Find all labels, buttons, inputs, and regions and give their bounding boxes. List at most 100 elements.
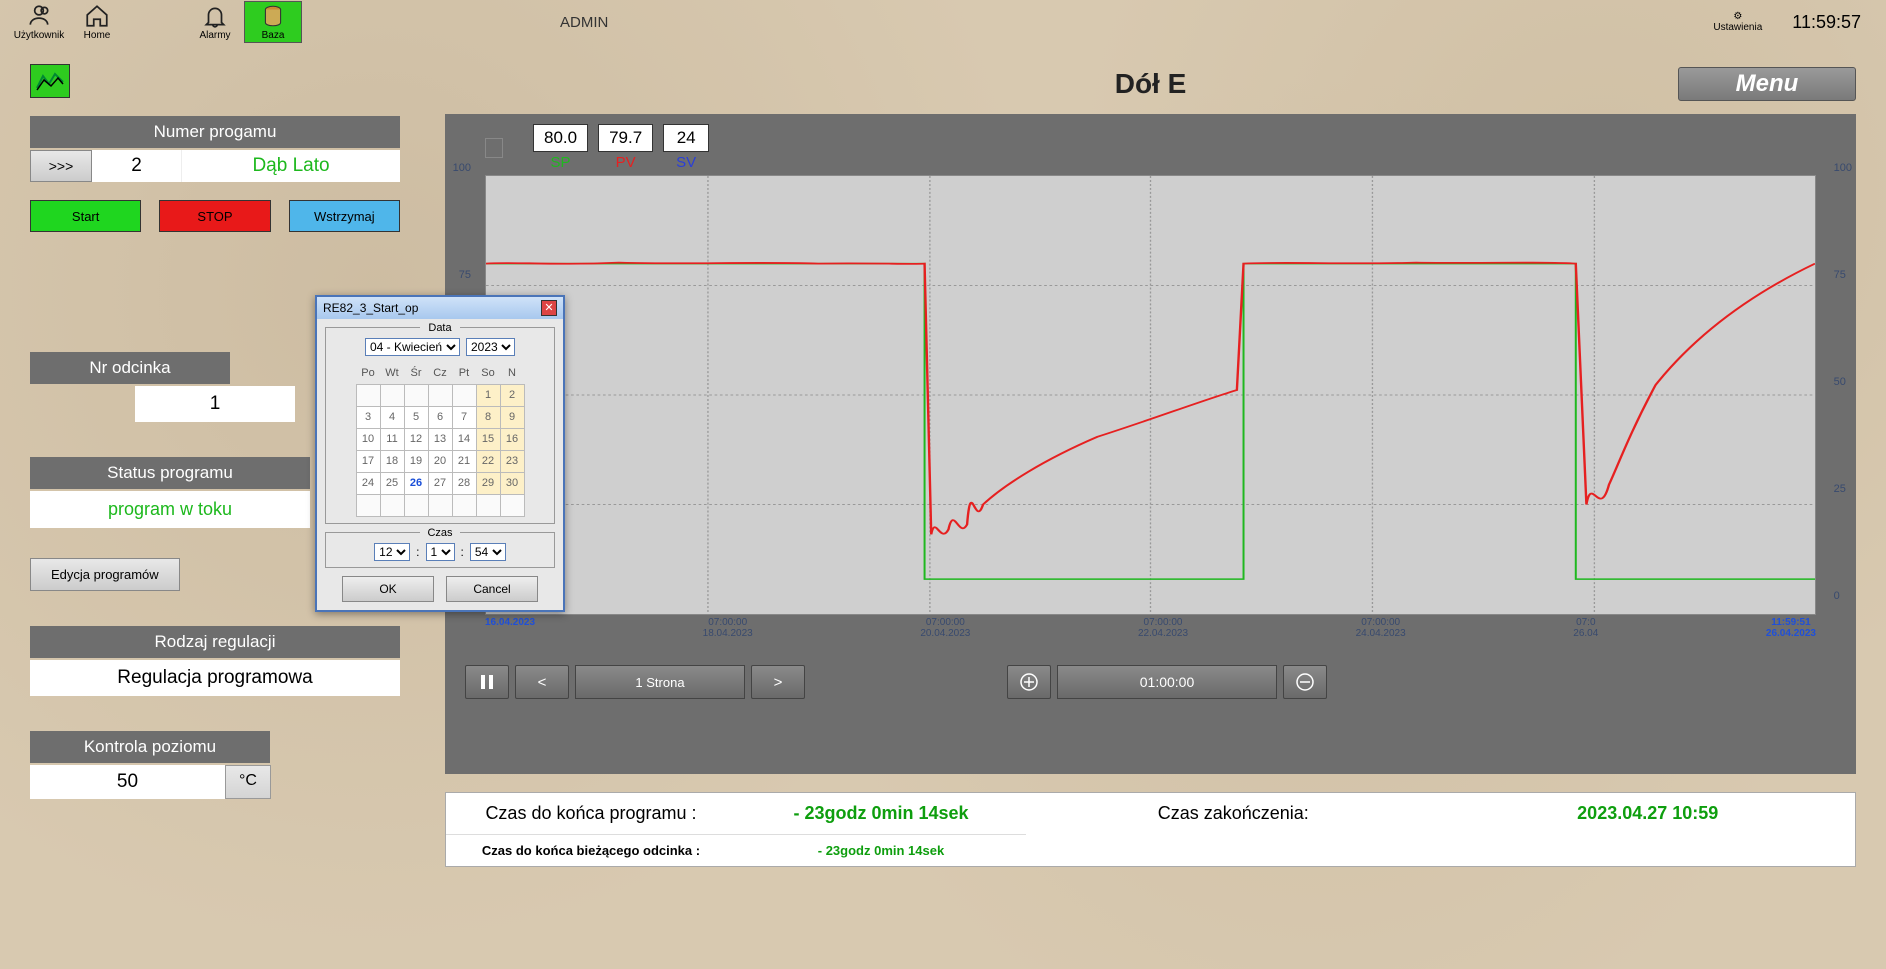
month-select[interactable]: 04 - Kwiecień	[365, 338, 460, 356]
prog-num-header: Numer progamu	[30, 116, 400, 148]
gear-icon: ⚙	[1733, 11, 1742, 22]
calendar-day	[428, 384, 452, 406]
calendar-day[interactable]: 20	[428, 450, 452, 472]
sp-value: 80.0	[533, 124, 588, 152]
chart-mode-icon[interactable]	[30, 64, 70, 98]
calendar-day[interactable]: 24	[356, 472, 380, 494]
calendar-day	[452, 384, 476, 406]
calendar-day[interactable]: 14	[452, 428, 476, 450]
calendar-day[interactable]: 30	[500, 472, 524, 494]
end-time-val: 2023.04.27 10:59	[1441, 793, 1856, 866]
calendar-day	[452, 494, 476, 516]
alarms-label: Alarmy	[199, 30, 230, 41]
time-end-prog-val: - 23godz 0min 14sek	[736, 793, 1026, 834]
calendar-day[interactable]: 21	[452, 450, 476, 472]
time-end-section-val: - 23godz 0min 14sek	[736, 835, 1026, 866]
calendar-day[interactable]: 18	[380, 450, 404, 472]
cancel-button[interactable]: Cancel	[446, 576, 538, 602]
go-button[interactable]: >>>	[30, 150, 92, 182]
user-icon	[26, 3, 52, 29]
section-val: 1	[135, 386, 295, 422]
calendar-day[interactable]: 3	[356, 406, 380, 428]
time-end-section-label: Czas do końca bieżącego odcinka :	[446, 835, 736, 866]
end-time-label: Czas zakończenia:	[1026, 793, 1441, 866]
calendar-day[interactable]: 29	[476, 472, 500, 494]
date-legend: Data	[420, 322, 460, 334]
prog-num: 2	[92, 150, 182, 182]
level-header: Kontrola poziomu	[30, 731, 270, 763]
user-label: Użytkownik	[14, 30, 65, 41]
edit-programs-button[interactable]: Edycja programów	[30, 558, 180, 591]
zoom-in-button[interactable]	[1007, 665, 1051, 699]
bell-icon	[202, 3, 228, 29]
calendar-day[interactable]: 27	[428, 472, 452, 494]
settings-nav[interactable]: ⚙ Ustawienia	[1713, 11, 1762, 33]
close-icon[interactable]: ✕	[541, 300, 557, 316]
status-header: Status programu	[30, 457, 310, 489]
pause-chart-button[interactable]	[465, 665, 509, 699]
hour-select[interactable]: 12	[374, 543, 410, 561]
start-button[interactable]: Start	[30, 200, 141, 232]
year-select[interactable]: 2023	[466, 338, 515, 356]
zoom-out-button[interactable]	[1283, 665, 1327, 699]
base-nav[interactable]: Baza	[244, 1, 302, 43]
calendar-day[interactable]: 28	[452, 472, 476, 494]
calendar-day	[380, 384, 404, 406]
pause-button[interactable]: Wstrzymaj	[289, 200, 400, 232]
calendar-day[interactable]: 11	[380, 428, 404, 450]
calendar-day[interactable]: 4	[380, 406, 404, 428]
section-header: Nr odcinka	[30, 352, 230, 384]
minute-select[interactable]: 1	[426, 543, 455, 561]
time-legend: Czas	[420, 527, 460, 539]
calendar-day[interactable]: 13	[428, 428, 452, 450]
home-icon	[84, 3, 110, 29]
user-nav[interactable]: Użytkownik	[10, 3, 68, 41]
calendar-day	[356, 384, 380, 406]
calendar-day[interactable]: 5	[404, 406, 428, 428]
page-next-button[interactable]: >	[751, 665, 805, 699]
calendar-day[interactable]: 23	[500, 450, 524, 472]
clock: 11:59:57	[1792, 12, 1861, 33]
page-prev-button[interactable]: <	[515, 665, 569, 699]
calendar-day[interactable]: 16	[500, 428, 524, 450]
calendar-day[interactable]: 8	[476, 406, 500, 428]
calendar-day	[380, 494, 404, 516]
calendar-day[interactable]: 9	[500, 406, 524, 428]
calendar-day[interactable]: 7	[452, 406, 476, 428]
calendar-day[interactable]: 19	[404, 450, 428, 472]
calendar-day	[404, 384, 428, 406]
second-select[interactable]: 54	[470, 543, 506, 561]
pv-value: 79.7	[598, 124, 653, 152]
sv-value: 24	[663, 124, 709, 152]
status-val: program w toku	[30, 491, 310, 528]
time-end-prog-label: Czas do końca programu :	[446, 793, 736, 834]
chart-area: 80.0SP 79.7PV 24SV 1007550250 1007550250	[445, 114, 1856, 774]
calendar-day[interactable]: 6	[428, 406, 452, 428]
stop-button[interactable]: STOP	[159, 200, 270, 232]
calendar-day[interactable]: 26	[404, 472, 428, 494]
calendar-day[interactable]: 10	[356, 428, 380, 450]
calendar-day[interactable]: 17	[356, 450, 380, 472]
y-axis-right: 1007550250	[1834, 162, 1852, 602]
calendar-day[interactable]: 22	[476, 450, 500, 472]
home-nav[interactable]: Home	[68, 3, 126, 41]
calendar-day[interactable]: 15	[476, 428, 500, 450]
ok-button[interactable]: OK	[342, 576, 434, 602]
calendar-day[interactable]: 25	[380, 472, 404, 494]
calendar-day	[428, 494, 452, 516]
time-indicator: 01:00:00	[1057, 665, 1277, 699]
settings-label: Ustawienia	[1713, 22, 1762, 33]
level-val[interactable]: 50	[30, 765, 225, 799]
calendar-day[interactable]: 12	[404, 428, 428, 450]
level-unit: °C	[225, 765, 271, 799]
x-axis: 16.04.2023 07:00:0018.04.2023 07:00:0020…	[485, 617, 1816, 639]
home-label: Home	[84, 30, 111, 41]
calendar-day[interactable]: 1	[476, 384, 500, 406]
calendar-day[interactable]: 2	[500, 384, 524, 406]
menu-button[interactable]: Menu	[1678, 67, 1856, 101]
reg-val: Regulacja programowa	[30, 660, 400, 696]
chart-plot[interactable]	[485, 175, 1816, 615]
alarms-nav[interactable]: Alarmy	[186, 3, 244, 41]
bottom-info: Czas do końca programu : - 23godz 0min 1…	[445, 792, 1856, 867]
reg-header: Rodzaj regulacji	[30, 626, 400, 658]
